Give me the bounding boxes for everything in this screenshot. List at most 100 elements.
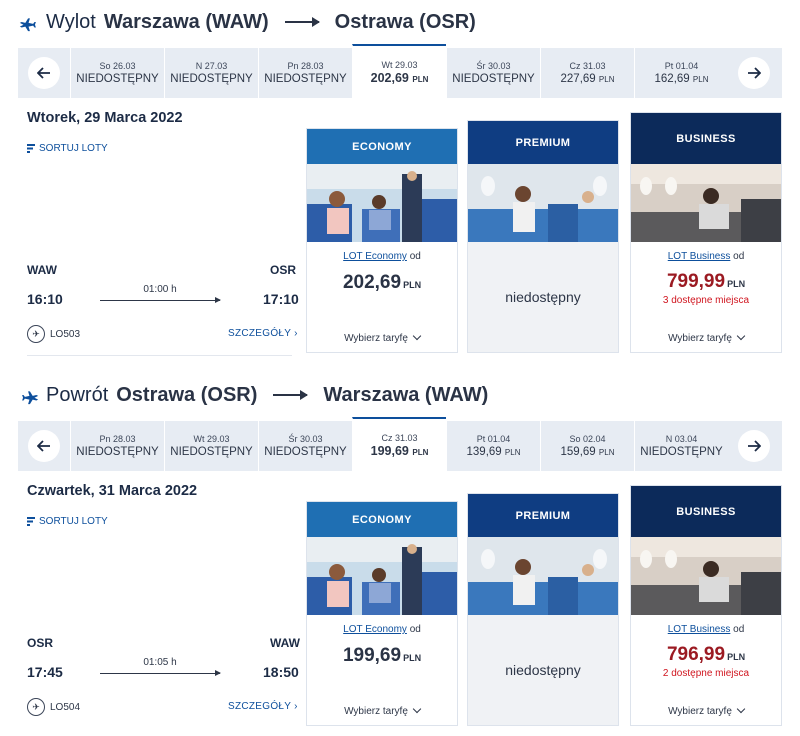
premium-cabin-photo	[468, 164, 618, 242]
arrival-time: 17:10	[263, 291, 299, 307]
flight-date: Wtorek, 29 Marca 2022	[27, 110, 183, 126]
flight-duration: 01:00 h	[143, 284, 177, 295]
direction-label: Wylot	[46, 10, 96, 33]
lot-business-link[interactable]: LOT Business	[668, 624, 731, 635]
date-cell[interactable]: So 26.03 NIEDOSTĘPNY	[70, 48, 164, 98]
prev-dates-button[interactable]	[18, 48, 70, 98]
route-arrow-icon	[284, 17, 320, 27]
destination-code: WAW	[270, 636, 300, 650]
choose-fare-dropdown[interactable]: Wybierz taryfę	[307, 704, 457, 717]
economy-fare-card[interactable]: ECONOMY LOT Economy od 199,69 PLN Wybierz…	[306, 501, 458, 726]
next-dates-button[interactable]	[728, 421, 780, 471]
business-cabin-photo	[631, 537, 781, 615]
chevron-down-icon	[412, 704, 422, 714]
return-header: Powrót Ostrawa (OSR) Warszawa (WAW)	[18, 381, 488, 409]
lot-economy-link[interactable]: LOT Economy	[343, 251, 407, 262]
divider	[27, 355, 292, 356]
lot-business-link[interactable]: LOT Business	[668, 251, 731, 262]
sort-icon	[27, 517, 35, 526]
business-cabin-photo	[631, 164, 781, 242]
flight-duration: 01:05 h	[143, 657, 177, 668]
destination-code: OSR	[270, 263, 297, 277]
premium-unavailable: niedostępny	[505, 289, 581, 305]
premium-header: PREMIUM	[468, 121, 618, 164]
date-cell[interactable]: Cz 31.03 227,69 PLN	[540, 48, 634, 98]
chevron-down-icon	[412, 331, 422, 341]
premium-header: PREMIUM	[468, 494, 618, 537]
fare-label: LOT Economy od	[343, 251, 421, 262]
details-link[interactable]: SZCZEGÓŁY ›	[228, 701, 298, 712]
next-dates-button[interactable]	[728, 48, 780, 98]
date-cell[interactable]: So 02.04 159,69 PLN	[540, 421, 634, 471]
date-price: 159,69 PLN	[560, 446, 615, 458]
date-label: N 27.03	[195, 61, 228, 71]
economy-cabin-photo	[307, 537, 457, 615]
date-price: NIEDOSTĘPNY	[452, 73, 535, 85]
economy-cabin-photo	[307, 164, 457, 242]
date-label: Pt 01.04	[476, 434, 511, 444]
date-price: NIEDOSTĘPNY	[170, 73, 253, 85]
departure-time: 17:45	[27, 664, 63, 680]
date-cell[interactable]: N 27.03 NIEDOSTĘPNY	[164, 48, 258, 98]
date-cell[interactable]: Śr 30.03 NIEDOSTĘPNY	[258, 421, 352, 471]
flight-date: Czwartek, 31 Marca 2022	[27, 483, 198, 499]
economy-header: ECONOMY	[307, 129, 457, 164]
departure-time: 16:10	[27, 291, 63, 307]
date-label: Śr 30.03	[288, 434, 323, 444]
date-cell[interactable]: Pt 01.04 139,69 PLN	[446, 421, 540, 471]
choose-fare-dropdown[interactable]: Wybierz taryfę	[631, 704, 781, 717]
arrow-left-icon	[28, 430, 60, 462]
lot-economy-link[interactable]: LOT Economy	[343, 624, 407, 635]
chevron-down-icon	[736, 704, 746, 714]
date-label: Cz 31.03	[569, 61, 606, 71]
date-cell[interactable]: Pn 28.03 NIEDOSTĘPNY	[70, 421, 164, 471]
economy-fare-card[interactable]: ECONOMY LOT Economy od 202,69 PLN Wybierz…	[306, 128, 458, 353]
arrow-right-icon	[738, 57, 770, 89]
flight-number: ✈ LO503	[27, 325, 80, 343]
fare-label: LOT Business od	[667, 624, 745, 635]
business-fare-card[interactable]: BUSINESS LOT Business od 799,99 PLN 3 dos…	[630, 112, 782, 353]
route-arrow-icon	[273, 390, 309, 400]
date-cell-selected[interactable]: Cz 31.03 199,69 PLN	[352, 417, 446, 471]
choose-fare-dropdown[interactable]: Wybierz taryfę	[631, 331, 781, 344]
plane-return-icon	[18, 384, 40, 406]
outbound-header: Wylot Warszawa (WAW) Ostrawa (OSR)	[18, 8, 476, 36]
date-price: 139,69 PLN	[466, 446, 521, 458]
date-strip: So 26.03 NIEDOSTĘPNY N 27.03 NIEDOSTĘPNY P…	[18, 44, 782, 98]
date-label: So 02.04	[569, 434, 606, 444]
premium-fare-card: PREMIUM niedostępny	[467, 493, 619, 726]
flight-number: ✈ LO504	[27, 698, 80, 716]
origin-code: OSR	[27, 636, 54, 650]
direction-label: Powrót	[46, 383, 109, 406]
date-price: NIEDOSTĘPNY	[76, 73, 159, 85]
origin-code: WAW	[27, 263, 57, 277]
date-cell[interactable]: Pt 01.04 162,69 PLN	[634, 48, 728, 98]
date-price: 162,69 PLN	[654, 73, 709, 85]
date-price: NIEDOSTĘPNY	[640, 446, 723, 458]
date-label: Pt 01.04	[664, 61, 699, 71]
arrow-left-icon	[28, 57, 60, 89]
sort-flights-link[interactable]: SORTUJ LOTY	[27, 516, 108, 527]
date-cell[interactable]: Wt 29.03 NIEDOSTĘPNY	[164, 421, 258, 471]
fare-label: LOT Business od	[667, 251, 745, 262]
prev-dates-button[interactable]	[18, 421, 70, 471]
date-cell[interactable]: N 03.04 NIEDOSTĘPNY	[634, 421, 728, 471]
date-label: Pn 28.03	[99, 434, 136, 444]
date-cell[interactable]: Pn 28.03 NIEDOSTĘPNY	[258, 48, 352, 98]
date-price: 227,69 PLN	[560, 73, 615, 85]
sort-flights-link[interactable]: SORTUJ LOTY	[27, 143, 108, 154]
details-link[interactable]: SZCZEGÓŁY ›	[228, 328, 298, 339]
date-price: NIEDOSTĘPNY	[264, 446, 347, 458]
business-price: 796,99 PLN	[666, 644, 746, 665]
choose-fare-dropdown[interactable]: Wybierz taryfę	[307, 331, 457, 344]
chevron-down-icon	[736, 331, 746, 341]
destination-city: Warszawa (WAW)	[323, 383, 489, 406]
date-price: 202,69 PLN	[370, 70, 429, 85]
business-fare-card[interactable]: BUSINESS LOT Business od 796,99 PLN 2 dos…	[630, 485, 782, 726]
lot-crane-icon: ✈	[27, 325, 45, 343]
date-cell-selected[interactable]: Wt 29.03 202,69 PLN	[352, 44, 446, 98]
date-cell[interactable]: Śr 30.03 NIEDOSTĘPNY	[446, 48, 540, 98]
date-label: N 03.04	[665, 434, 698, 444]
sort-icon	[27, 144, 35, 153]
date-price: 199,69 PLN	[370, 443, 429, 458]
